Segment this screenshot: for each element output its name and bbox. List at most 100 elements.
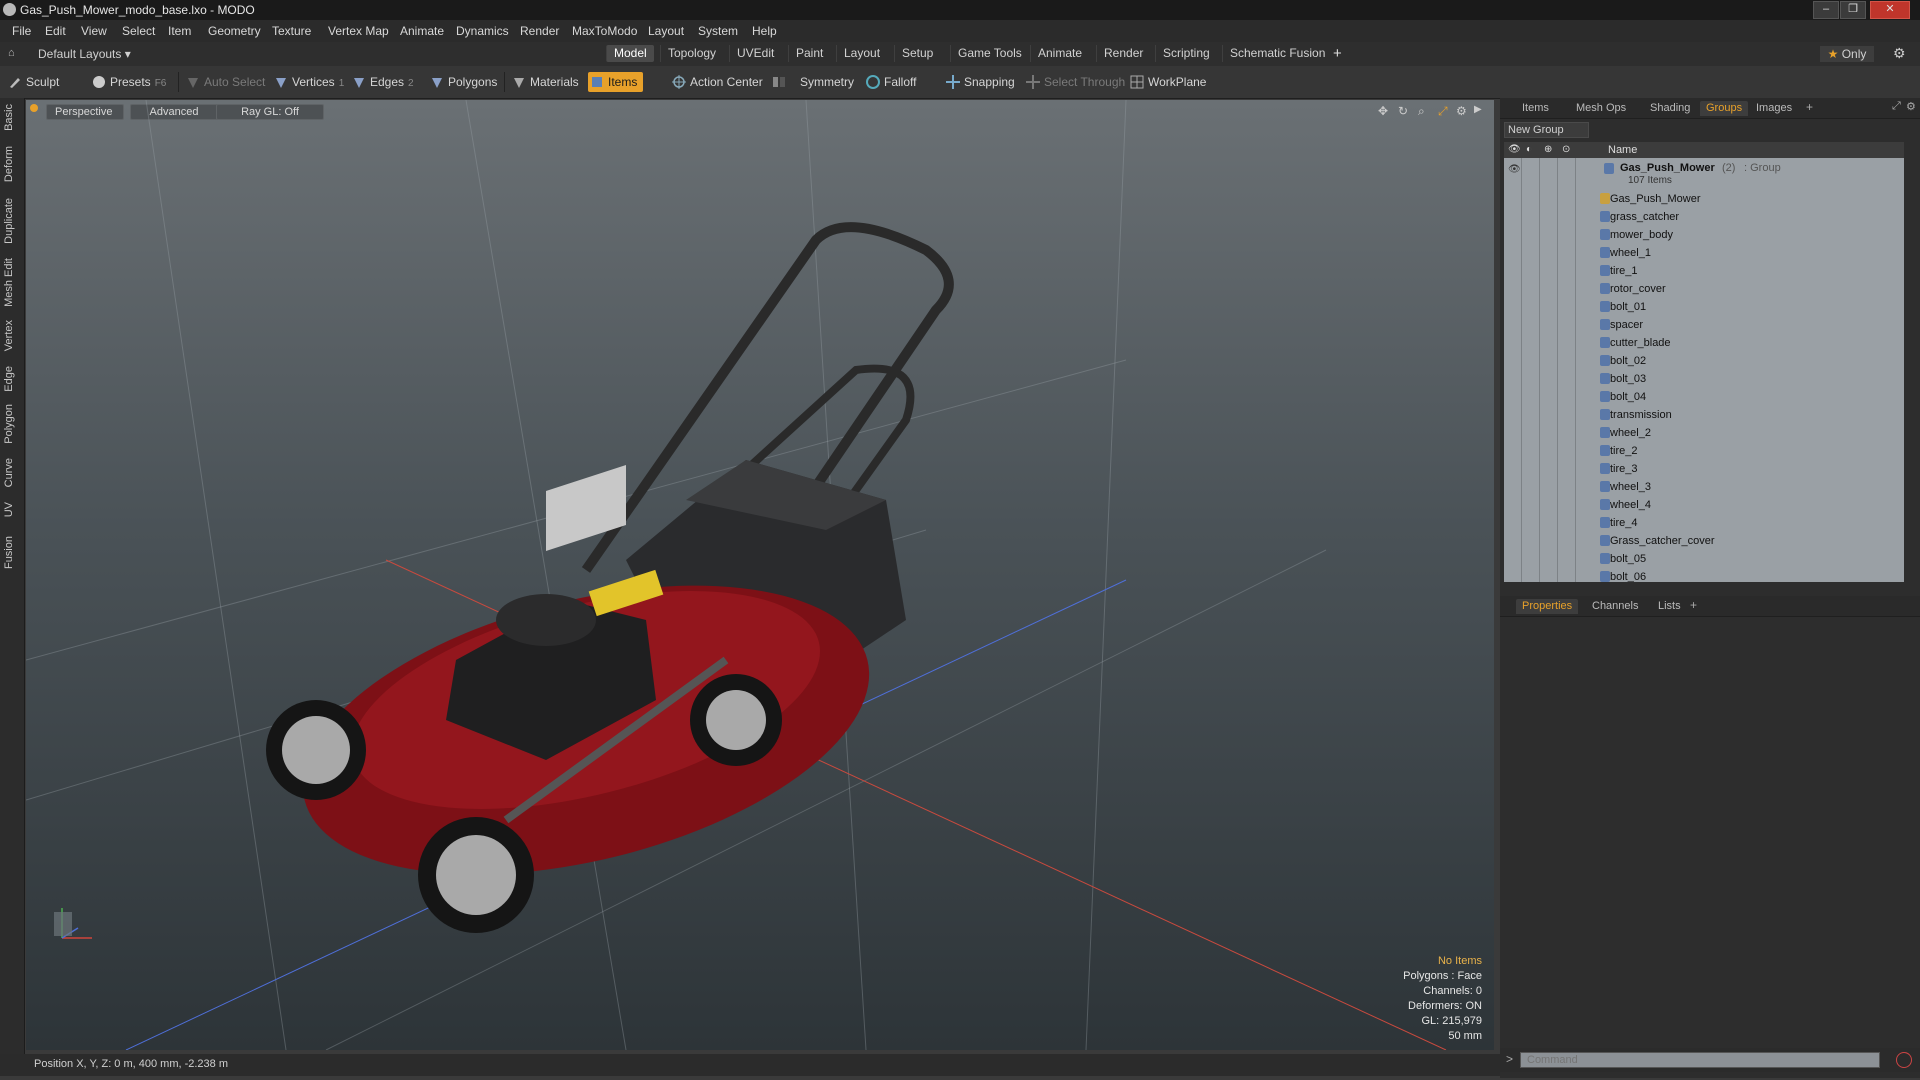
menu-edit[interactable]: Edit xyxy=(45,24,66,38)
tree-item-row[interactable]: wheel_1 xyxy=(1504,244,1904,262)
tree-item-row[interactable]: bolt_01 xyxy=(1504,298,1904,316)
menu-help[interactable]: Help xyxy=(752,24,777,38)
expand-panel-icon[interactable]: ⤢ xyxy=(1892,100,1901,113)
tree-item-row[interactable]: transmission xyxy=(1504,406,1904,424)
tab-groups[interactable]: Groups xyxy=(1700,101,1749,116)
tab-render[interactable]: Render xyxy=(1096,45,1150,62)
snapping-button[interactable]: Snapping xyxy=(944,72,1015,92)
tree-item-row[interactable]: wheel_3 xyxy=(1504,478,1904,496)
menu-render[interactable]: Render xyxy=(520,24,559,38)
symmetry-button[interactable]: Symmetry xyxy=(770,72,854,92)
polygons-button[interactable]: Polygons xyxy=(428,72,497,92)
add-panel-tab-icon[interactable]: + xyxy=(1806,100,1813,114)
tree-item-row[interactable]: grass_catcher xyxy=(1504,208,1904,226)
only-toggle[interactable]: ★ Only xyxy=(1820,46,1874,62)
tab-game-tools[interactable]: Game Tools xyxy=(950,45,1029,62)
auto-select-button[interactable]: Auto Select xyxy=(184,72,265,92)
tree-item-row[interactable]: wheel_2 xyxy=(1504,424,1904,442)
tree-group-row[interactable]: 👁 Gas_Push_Mower (2) : Group 107 Items xyxy=(1504,160,1904,190)
tab-model[interactable]: Model xyxy=(606,45,654,62)
tree-item-row[interactable]: tire_2 xyxy=(1504,442,1904,460)
lefttab-deform[interactable]: Deform xyxy=(3,146,21,182)
tree-item-row[interactable]: bolt_02 xyxy=(1504,352,1904,370)
gear-icon[interactable]: ⚙ xyxy=(1893,45,1906,62)
minimize-icon[interactable]: – xyxy=(1813,1,1839,19)
select-column-icon[interactable]: ⊙ xyxy=(1562,144,1570,155)
tab-layout[interactable]: Layout xyxy=(836,45,887,62)
tab-images[interactable]: Images xyxy=(1750,101,1798,116)
menu-texture[interactable]: Texture xyxy=(272,24,311,38)
action-center-button[interactable]: Action Center xyxy=(670,72,763,92)
tab-channels[interactable]: Channels xyxy=(1586,599,1644,614)
sculpt-button[interactable]: Sculpt xyxy=(6,72,59,92)
tab-setup[interactable]: Setup xyxy=(894,45,940,62)
items-button[interactable]: Items xyxy=(588,72,644,92)
tab-shading[interactable]: Shading xyxy=(1644,101,1696,116)
tab-paint[interactable]: Paint xyxy=(788,45,830,62)
lefttab-vertex[interactable]: Vertex xyxy=(3,320,21,351)
menu-layout[interactable]: Layout xyxy=(648,24,684,38)
close-icon[interactable]: ✕ xyxy=(1870,1,1910,19)
tree-item-row[interactable]: bolt_04 xyxy=(1504,388,1904,406)
tab-items[interactable]: Items xyxy=(1516,101,1555,116)
new-group-button[interactable]: New Group xyxy=(1504,122,1589,138)
workplane-button[interactable]: WorkPlane xyxy=(1128,72,1206,92)
lefttab-mesh-edit[interactable]: Mesh Edit xyxy=(3,258,21,307)
tree-item-row[interactable]: tire_1 xyxy=(1504,262,1904,280)
presets-button[interactable]: Presets F6 xyxy=(90,72,166,92)
3d-viewport[interactable]: Perspective Advanced Ray GL: Off ✥ ↻ ⌕ ⤢… xyxy=(26,100,1494,1050)
add-tab-icon[interactable]: + xyxy=(1333,45,1342,62)
lefttab-uv[interactable]: UV xyxy=(3,502,21,517)
menu-vertex-map[interactable]: Vertex Map xyxy=(328,24,389,38)
menu-file[interactable]: File xyxy=(12,24,31,38)
menu-system[interactable]: System xyxy=(698,24,738,38)
select-through-button[interactable]: Select Through xyxy=(1024,72,1125,92)
menu-geometry[interactable]: Geometry xyxy=(208,24,261,38)
vertices-button[interactable]: Vertices 1 xyxy=(272,72,344,92)
tab-topology[interactable]: Topology xyxy=(660,45,723,62)
tree-item-row[interactable]: mower_body xyxy=(1504,226,1904,244)
tab-animate[interactable]: Animate xyxy=(1030,45,1089,62)
tree-item-row[interactable]: spacer xyxy=(1504,316,1904,334)
tree-item-row[interactable]: Grass_catcher_cover xyxy=(1504,532,1904,550)
tab-uvedit[interactable]: UVEdit xyxy=(729,45,781,62)
lefttab-edge[interactable]: Edge xyxy=(3,366,21,392)
tree-item-row[interactable]: bolt_06 xyxy=(1504,568,1904,582)
falloff-button[interactable]: Falloff xyxy=(864,72,916,92)
tab-lists[interactable]: Lists xyxy=(1652,599,1687,614)
lefttab-fusion[interactable]: Fusion xyxy=(3,536,21,569)
tree-item-row[interactable]: wheel_4 xyxy=(1504,496,1904,514)
command-input[interactable] xyxy=(1520,1052,1880,1068)
tree-item-row[interactable]: bolt_03 xyxy=(1504,370,1904,388)
materials-button[interactable]: Materials xyxy=(510,72,579,92)
lefttab-curve[interactable]: Curve xyxy=(3,458,21,487)
menu-animate[interactable]: Animate xyxy=(400,24,444,38)
maximize-icon[interactable]: ❐ xyxy=(1840,1,1866,19)
tree-item-row[interactable]: tire_3 xyxy=(1504,460,1904,478)
layout-home-icon[interactable]: ⌂ xyxy=(8,47,15,59)
lock-column-icon[interactable]: ⊕ xyxy=(1544,144,1552,155)
tab-schematic-fusion[interactable]: Schematic Fusion xyxy=(1222,45,1332,62)
tab-scripting[interactable]: Scripting xyxy=(1155,45,1217,62)
lefttab-polygon[interactable]: Polygon xyxy=(3,404,21,444)
menu-maxtomodo[interactable]: MaxToModo xyxy=(572,24,637,38)
tree-item-row[interactable]: Gas_Push_Mower xyxy=(1504,190,1904,208)
visibility-column-icon[interactable]: 👁 xyxy=(1508,144,1521,155)
render-column-icon[interactable]: ◐ xyxy=(1526,144,1532,155)
tree-item-row[interactable]: rotor_cover xyxy=(1504,280,1904,298)
menu-view[interactable]: View xyxy=(81,24,107,38)
tree-item-row[interactable]: bolt_05 xyxy=(1504,550,1904,568)
lefttab-duplicate[interactable]: Duplicate xyxy=(3,198,21,244)
layout-selector[interactable]: Default Layouts ▾ xyxy=(38,47,131,61)
tab-mesh-ops[interactable]: Mesh Ops xyxy=(1570,101,1632,116)
tree-item-row[interactable]: tire_4 xyxy=(1504,514,1904,532)
add-properties-tab-icon[interactable]: + xyxy=(1690,598,1697,612)
name-column-header[interactable]: Name xyxy=(1608,144,1637,156)
record-icon[interactable] xyxy=(1896,1052,1912,1068)
edges-button[interactable]: Edges 2 xyxy=(350,72,414,92)
panel-settings-icon[interactable]: ⚙ xyxy=(1906,100,1916,113)
lefttab-basic[interactable]: Basic xyxy=(3,104,21,131)
tree-item-row[interactable]: cutter_blade xyxy=(1504,334,1904,352)
menu-item[interactable]: Item xyxy=(168,24,191,38)
menu-select[interactable]: Select xyxy=(122,24,155,38)
